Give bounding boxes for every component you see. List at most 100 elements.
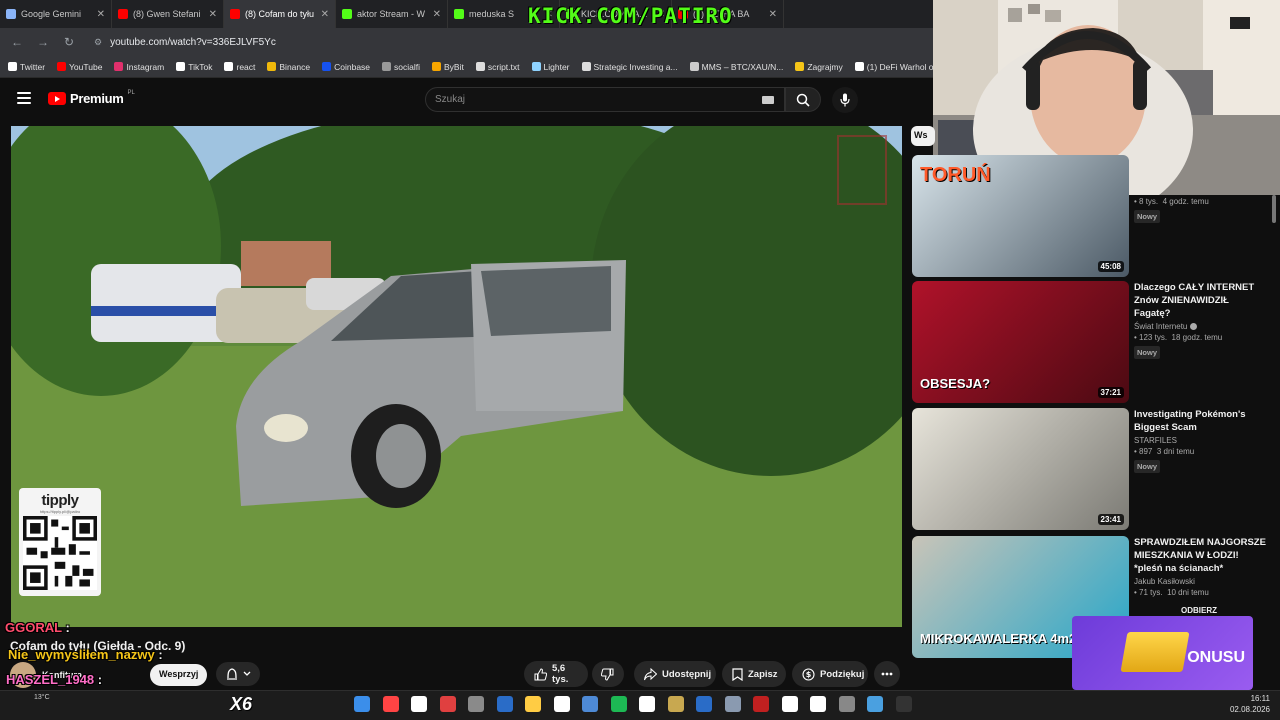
bookmark-item[interactable]: Binance [267,62,310,72]
promo-widget[interactable]: ONUSU [1072,616,1253,690]
settings-app-icon[interactable] [724,696,741,712]
share-button[interactable]: Udostępnij [634,661,716,687]
tab-close-icon[interactable]: ✕ [321,9,329,20]
cursor-icon[interactable] [553,696,570,712]
terminal-icon[interactable] [895,696,912,712]
windows-start-icon[interactable] [354,696,370,712]
discord-icon[interactable] [439,696,456,712]
browser-tab[interactable]: (8) Cofam do tyłu ✕ [224,0,336,28]
video-channel[interactable]: Świat Internetu [1134,322,1266,331]
recommended-video[interactable]: OBSESJA? 37:21 Dlaczego CAŁY INTERNET Znów… [912,281,1272,403]
youtube-header: Premium PL Szukaj [0,79,932,121]
bookmark-item[interactable]: react [224,62,255,72]
like-button[interactable]: 5,6 tys. [524,661,588,687]
bookmark-favicon-icon [114,62,124,71]
steam-icon[interactable] [496,696,513,712]
task-view-icon[interactable] [411,696,427,712]
browser-tab[interactable]: Google Gemini ✕ [0,0,112,28]
spotify-icon[interactable] [610,696,627,712]
dislike-button[interactable] [592,661,624,687]
bookmark-item[interactable]: Coinbase [322,62,370,72]
search-input[interactable]: Szukaj [425,87,785,112]
browser-tab[interactable]: (8) Gwen Stefani ✕ [112,0,224,28]
voice-search-button[interactable] [832,87,858,113]
back-icon[interactable]: ← [10,35,24,49]
video-thumbnail[interactable]: OBSESJA? 37:21 [912,281,1129,403]
forward-icon[interactable]: → [36,35,50,49]
video-title[interactable]: Investigating Pokémon's Biggest Scam [1134,408,1266,434]
recommended-video[interactable]: TORUŃ 45:08 • 8 tys. 4 godz. temu Nowy [912,155,1272,277]
video-channel[interactable]: STARFILES [1134,436,1266,445]
more-actions-button[interactable] [874,661,900,687]
video-thumbnail[interactable]: TORUŃ 45:08 [912,155,1129,277]
app-icon[interactable] [753,696,769,712]
hamburger-menu-icon[interactable] [17,92,31,104]
bookmark-label: MMS – BTC/XAU/N... [701,61,784,72]
video-thumbnail[interactable]: 23:41 [912,408,1129,530]
video-frame [11,126,902,627]
bookmark-item[interactable]: MMS – BTC/XAU/N... [689,61,784,72]
tab-close-icon[interactable]: ✕ [769,9,777,20]
bookmark-item[interactable]: script.txt [475,62,520,72]
save-label: Zapisz [748,668,778,680]
bookmark-favicon-icon [581,62,591,71]
app-icon[interactable] [867,696,883,712]
bookmark-label: Lighter [543,61,570,72]
network-icon[interactable] [582,696,598,712]
browser-tab[interactable]: aktor Stream - W ✕ [336,0,448,28]
bookmark-item[interactable]: (1) DeFi Warhol on... [854,62,945,72]
youtube-logo[interactable]: Premium PL [48,90,135,106]
support-button[interactable]: Wesprzyj [150,664,208,686]
promo-collect-label[interactable]: ODBIERZ [1181,606,1217,615]
vscode-icon[interactable] [696,696,712,712]
thumbnail-text: MIKROKAWALERKA 4m2 [920,631,1077,646]
filter-chip-all[interactable]: Ws [911,126,935,146]
tipply-qr-card: tipply https://tipply.pl/@patiro [19,488,101,596]
site-info-icon[interactable]: ⚙ [94,37,102,48]
new-badge: Nowy [1134,346,1161,359]
reload-icon[interactable]: ↻ [62,35,76,49]
bell-icon [227,668,251,680]
search-button[interactable] [785,87,821,112]
video-meta: • 8 tys. 4 godz. temu [1134,197,1209,206]
app-icon[interactable] [781,696,798,712]
tab-close-icon[interactable]: ✕ [97,9,105,20]
chat-user-2: Nie_wymysliłem_nazwy : [8,647,163,662]
sidebar-scrollbar[interactable] [1272,195,1276,223]
system-clock[interactable]: 16:11 02.08.2026 [1230,693,1270,715]
bookmark-label: Coinbase [334,61,371,72]
bookmark-item[interactable]: Instagram [114,62,164,72]
bookmark-item[interactable]: socialfi [382,62,420,72]
gear-icon[interactable] [838,696,855,712]
thanks-button[interactable]: $ Podziękuj [792,661,868,687]
save-button[interactable]: Zapisz [722,661,786,687]
bookmark-item[interactable]: ByBit [432,62,464,72]
chrome-icon[interactable] [382,696,399,712]
video-title[interactable]: SPRAWDZIŁEM NAJGORSZE MIESZKANIA W ŁODZI… [1134,536,1266,575]
url-field[interactable]: ⚙ youtube.com/watch?v=336EJLVF5Yc [94,37,276,48]
archive-icon[interactable] [667,696,684,712]
tab-close-icon[interactable]: ✕ [209,9,217,20]
share-label: Udostępnij [662,668,712,680]
video-meta: • 897 3 dni temu [1134,447,1195,456]
bookmark-item[interactable]: Twitter [8,62,45,72]
bookmark-item[interactable]: Zagrajmy [795,62,843,72]
keyboard-icon[interactable] [762,96,774,104]
video-meta: • 71 tys. 10 dni temu [1134,588,1209,597]
bookmark-item[interactable]: Lighter [531,61,570,72]
bookmark-item[interactable]: Strategic Investing a... [581,62,678,72]
weather-temp: 13°C [34,694,50,701]
notification-bell-button[interactable] [216,662,260,686]
notepad-icon[interactable] [468,696,484,712]
video-player[interactable]: tipply https://tipply.pl/@patiro [11,126,902,627]
video-title[interactable]: Dlaczego CAŁY INTERNET Znów ZNIENAWIDZIŁ… [1134,281,1266,320]
tab-close-icon[interactable]: ✕ [433,9,441,20]
recommended-video[interactable]: 23:41 Investigating Pokémon's Biggest Sca… [912,408,1272,530]
bookmark-favicon-icon [531,62,541,71]
bookmark-item[interactable]: YouTube [57,62,102,72]
video-channel[interactable]: Jakub Kasiłowski [1134,577,1266,586]
app-icon[interactable] [639,696,655,712]
files-icon[interactable] [525,696,541,712]
app-icon[interactable] [810,696,826,712]
bookmark-item[interactable]: TikTok [176,62,212,72]
